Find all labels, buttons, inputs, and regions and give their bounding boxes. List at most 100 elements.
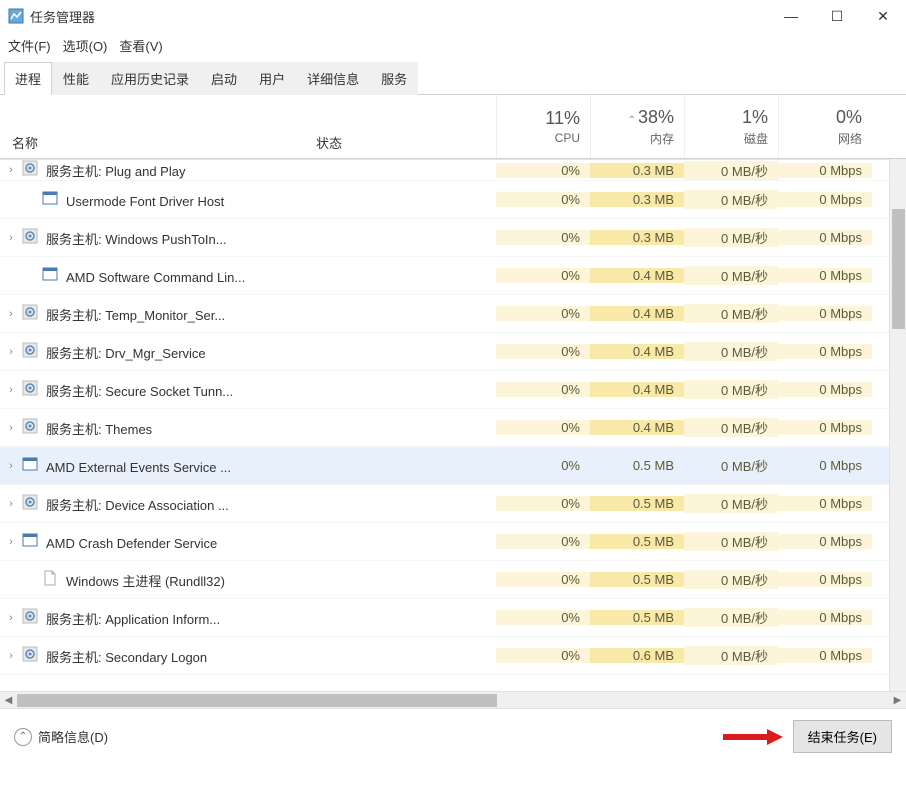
process-network: 0 Mbps [778,306,872,321]
tab-strip: 进程性能应用历史记录启动用户详细信息服务 [0,61,906,95]
process-name: AMD Software Command Lin... [22,266,316,285]
process-disk: 0 MB/秒 [684,161,778,180]
process-name: 服务主机: Secondary Logon [22,646,316,666]
process-cpu: 0% [496,163,590,178]
process-disk: 0 MB/秒 [684,266,778,285]
expand-chevron-icon[interactable]: › [0,536,22,548]
menu-view[interactable]: 查看(V) [119,36,162,55]
process-row[interactable]: ›服务主机: Drv_Mgr_Service0%0.4 MB0 MB/秒0 Mb… [0,333,906,371]
scroll-left-arrow-icon[interactable]: ◀ [0,695,17,706]
process-memory: 0.5 MB [590,610,684,625]
tab-2[interactable]: 应用历史记录 [100,62,200,95]
process-icon [22,532,42,548]
process-icon [22,228,42,244]
process-disk: 0 MB/秒 [684,342,778,361]
expand-chevron-icon[interactable]: › [0,422,22,434]
process-row[interactable]: Usermode Font Driver Host0%0.3 MB0 MB/秒0… [0,181,906,219]
vertical-scrollbar[interactable] [889,159,906,691]
expand-chevron-icon[interactable]: › [0,460,22,472]
process-disk: 0 MB/秒 [684,494,778,513]
process-icon [22,646,42,662]
process-cpu: 0% [496,382,590,397]
process-row[interactable]: ›服务主机: Application Inform...0%0.5 MB0 MB… [0,599,906,637]
process-memory: 0.5 MB [590,458,684,473]
process-network: 0 Mbps [778,163,872,178]
expand-chevron-icon[interactable]: › [0,612,22,624]
menu-file[interactable]: 文件(F) [8,36,51,55]
process-list: ›服务主机: Plug and Play0%0.3 MB0 MB/秒0 Mbps… [0,159,906,691]
process-cpu: 0% [496,534,590,549]
process-disk: 0 MB/秒 [684,304,778,323]
column-name[interactable]: 名称 [0,95,316,158]
process-row[interactable]: ›服务主机: Secondary Logon0%0.6 MB0 MB/秒0 Mb… [0,637,906,675]
process-row[interactable]: ›服务主机: Temp_Monitor_Ser...0%0.4 MB0 MB/秒… [0,295,906,333]
tab-4[interactable]: 用户 [248,62,296,95]
process-disk: 0 MB/秒 [684,190,778,209]
hscroll-thumb[interactable] [17,694,497,707]
end-task-button[interactable]: 结束任务(E) [793,720,892,753]
maximize-button[interactable]: ☐ [814,0,860,32]
tab-5[interactable]: 详细信息 [296,62,370,95]
expand-chevron-icon[interactable]: › [0,498,22,510]
process-memory: 0.4 MB [590,420,684,435]
process-row[interactable]: AMD Software Command Lin...0%0.4 MB0 MB/… [0,257,906,295]
process-row[interactable]: Windows 主进程 (Rundll32)0%0.5 MB0 MB/秒0 Mb… [0,561,906,599]
sort-indicator-icon: ⌃ [628,115,636,126]
process-cpu: 0% [496,420,590,435]
process-cpu: 0% [496,306,590,321]
process-memory: 0.5 MB [590,534,684,549]
column-status[interactable]: 状态 [316,95,496,158]
process-memory: 0.4 MB [590,268,684,283]
process-row[interactable]: ›服务主机: Windows PushToIn...0%0.3 MB0 MB/秒… [0,219,906,257]
process-icon [22,418,42,434]
footer: ⌃ 简略信息(D) 结束任务(E) [0,708,906,764]
expand-chevron-icon[interactable]: › [0,164,22,176]
process-icon [42,266,62,282]
process-memory: 0.4 MB [590,382,684,397]
process-row[interactable]: ›服务主机: Plug and Play0%0.3 MB0 MB/秒0 Mbps [0,159,906,181]
process-cpu: 0% [496,458,590,473]
process-network: 0 Mbps [778,458,872,473]
minimize-button[interactable]: — [768,0,814,32]
process-cpu: 0% [496,344,590,359]
column-memory[interactable]: ⌃38% 内存 [590,95,684,158]
expand-chevron-icon[interactable]: › [0,308,22,320]
process-name: 服务主机: Windows PushToIn... [22,228,316,248]
expand-chevron-icon[interactable]: › [0,346,22,358]
menu-options[interactable]: 选项(O) [63,36,108,55]
process-row[interactable]: ›服务主机: Themes0%0.4 MB0 MB/秒0 Mbps [0,409,906,447]
process-name: AMD Crash Defender Service [22,532,316,551]
scrollbar-thumb[interactable] [892,209,905,329]
window-title: 任务管理器 [30,7,768,26]
fewer-details-toggle[interactable]: ⌃ 简略信息(D) [14,727,108,746]
tab-0[interactable]: 进程 [4,62,52,95]
expand-chevron-icon[interactable]: › [0,232,22,244]
tab-6[interactable]: 服务 [370,62,418,95]
menubar: 文件(F) 选项(O) 查看(V) [0,32,906,61]
column-network[interactable]: 0% 网络 [778,95,872,158]
process-cpu: 0% [496,572,590,587]
process-row[interactable]: ›服务主机: Device Association ...0%0.5 MB0 M… [0,485,906,523]
process-disk: 0 MB/秒 [684,608,778,627]
column-cpu[interactable]: 11% CPU [496,95,590,158]
scroll-right-arrow-icon[interactable]: ▶ [889,695,906,706]
process-cpu: 0% [496,648,590,663]
tab-1[interactable]: 性能 [52,62,100,95]
expand-chevron-icon[interactable]: › [0,650,22,662]
process-network: 0 Mbps [778,648,872,663]
process-memory: 0.5 MB [590,572,684,587]
horizontal-scrollbar[interactable]: ◀ ▶ [0,691,906,708]
column-headers: 名称 状态 11% CPU ⌃38% 内存 1% 磁盘 0% 网络 [0,95,906,159]
collapse-icon: ⌃ [14,728,32,746]
process-row[interactable]: ›AMD External Events Service ...0%0.5 MB… [0,447,906,485]
column-disk[interactable]: 1% 磁盘 [684,95,778,158]
process-cpu: 0% [496,192,590,207]
close-button[interactable]: ✕ [860,0,906,32]
process-network: 0 Mbps [778,192,872,207]
expand-chevron-icon[interactable]: › [0,384,22,396]
tab-3[interactable]: 启动 [200,62,248,95]
process-disk: 0 MB/秒 [684,456,778,475]
process-name: 服务主机: Temp_Monitor_Ser... [22,304,316,324]
process-row[interactable]: ›服务主机: Secure Socket Tunn...0%0.4 MB0 MB… [0,371,906,409]
process-row[interactable]: ›AMD Crash Defender Service0%0.5 MB0 MB/… [0,523,906,561]
